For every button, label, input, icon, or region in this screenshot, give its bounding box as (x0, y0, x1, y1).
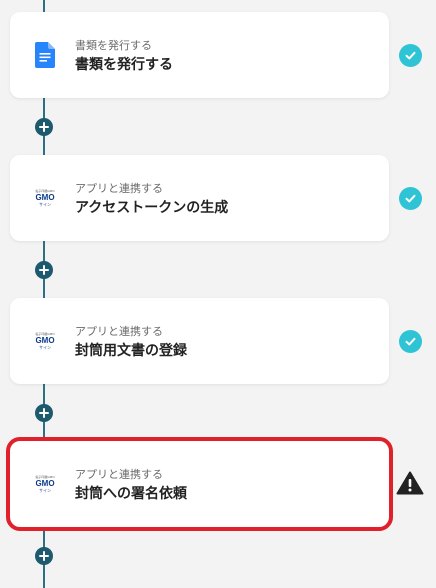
gmo-logo-bottom: サイン (39, 487, 51, 493)
step-card-register-document[interactable]: 電子印鑑GMO GMO サイン アプリと連携する 封筒用文書の登録 (10, 298, 389, 384)
step-title: 書類を発行する (75, 57, 173, 73)
step-title: 封筒への署名依頼 (75, 486, 187, 502)
add-step-button[interactable] (35, 261, 53, 279)
plus-icon (39, 122, 49, 132)
gmo-sign-logo: 電子印鑑GMO GMO サイン (32, 326, 58, 356)
step-card-issue-document[interactable]: 書類を発行する 書類を発行する (10, 12, 389, 98)
gmo-logo-main: GMO (35, 192, 55, 202)
plus-icon (39, 408, 49, 418)
gmo-logo-bottom: サイン (39, 344, 51, 350)
check-circle-icon (399, 187, 422, 210)
add-step-button[interactable] (35, 118, 53, 136)
step-title: 封筒用文書の登録 (75, 343, 187, 359)
step-subtitle: アプリと連携する (75, 325, 163, 338)
add-step-button[interactable] (35, 547, 53, 565)
step-card-generate-token[interactable]: 電子印鑑GMO GMO サイン アプリと連携する アクセストークンの生成 (10, 155, 389, 241)
gmo-logo-main: GMO (35, 478, 55, 488)
gmo-logo-bottom: サイン (39, 201, 51, 207)
step-subtitle: アプリと連携する (75, 182, 163, 195)
warning-icon (396, 471, 424, 495)
plus-icon (39, 265, 49, 275)
google-docs-icon (32, 40, 58, 70)
plus-icon (39, 551, 49, 561)
add-step-button[interactable] (35, 404, 53, 422)
check-circle-icon (399, 330, 422, 353)
step-card-signature-request[interactable]: 電子印鑑GMO GMO サイン アプリと連携する 封筒への署名依頼 (6, 437, 393, 531)
gmo-logo-main: GMO (35, 335, 55, 345)
gmo-sign-logo: 電子印鑑GMO GMO サイン (32, 469, 58, 499)
check-circle-icon (399, 44, 422, 67)
step-title: アクセストークンの生成 (75, 200, 229, 216)
step-subtitle: 書類を発行する (75, 39, 152, 52)
step-subtitle: アプリと連携する (75, 468, 163, 481)
gmo-sign-logo: 電子印鑑GMO GMO サイン (32, 183, 58, 213)
